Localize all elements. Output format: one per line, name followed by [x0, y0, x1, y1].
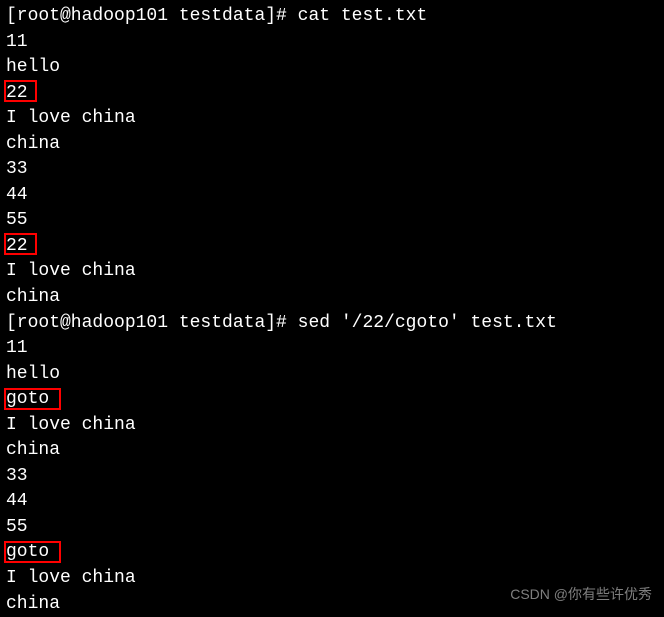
output-line: hello — [6, 362, 658, 388]
output-line: 22 — [6, 234, 658, 260]
terminal-output: [root@hadoop101 testdata]# cat test.txt … — [6, 4, 658, 617]
output-line: china — [6, 285, 658, 311]
output-block-1: 11hello22I love chinachina33445522I love… — [6, 30, 658, 311]
output-line: I love china — [6, 413, 658, 439]
output-line: 22 — [6, 81, 658, 107]
output-line: hello — [6, 55, 658, 81]
output-line: china — [6, 132, 658, 158]
output-line: china — [6, 438, 658, 464]
output-line: 33 — [6, 157, 658, 183]
output-line: 11 — [6, 30, 658, 56]
output-line: goto — [6, 540, 658, 566]
highlight-box — [4, 80, 37, 102]
highlight-box — [4, 541, 61, 563]
output-line: 11 — [6, 336, 658, 362]
watermark: CSDN @你有些许优秀 — [510, 585, 652, 605]
output-line: I love china — [6, 259, 658, 285]
highlight-box — [4, 233, 37, 255]
output-line: I love china — [6, 106, 658, 132]
output-line: 55 — [6, 208, 658, 234]
output-line: 44 — [6, 489, 658, 515]
prompt-line-1: [root@hadoop101 testdata]# cat test.txt — [6, 4, 658, 30]
highlight-box — [4, 388, 61, 410]
output-line: 33 — [6, 464, 658, 490]
output-line: 55 — [6, 515, 658, 541]
output-line: goto — [6, 387, 658, 413]
output-block-2: 11hellogotoI love chinachina334455gotoI … — [6, 336, 658, 617]
output-line: 44 — [6, 183, 658, 209]
prompt-line-2: [root@hadoop101 testdata]# sed '/22/cgot… — [6, 311, 658, 337]
